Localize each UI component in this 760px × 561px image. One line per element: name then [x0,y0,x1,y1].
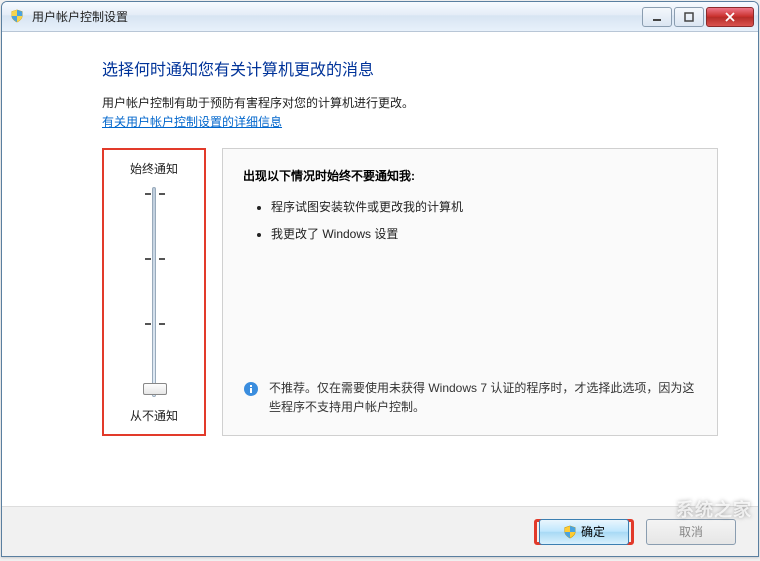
ok-button[interactable]: 确定 [539,519,629,545]
slider-label-always: 始终通知 [110,160,198,177]
minimize-button[interactable] [642,7,672,27]
ok-button-label: 确定 [581,523,605,540]
level-info-panel: 出现以下情况时始终不要通知我: 程序试图安装软件或更改我的计算机 我更改了 Wi… [222,148,718,436]
shield-icon [10,9,26,25]
slider-tick [145,193,165,195]
close-button[interactable] [706,7,754,27]
uac-details-link[interactable]: 有关用户帐户控制设置的详细信息 [102,113,282,130]
notification-slider[interactable] [152,187,156,397]
slider-tick [145,258,165,260]
recommendation-text: 不推荐。仅在需要使用未获得 Windows 7 认证的程序时，才选择此选项，因为… [269,379,697,417]
level-info-list: 程序试图安装软件或更改我的计算机 我更改了 Windows 设置 [271,198,697,252]
level-recommendation: 不推荐。仅在需要使用未获得 Windows 7 认证的程序时，才选择此选项，因为… [243,379,697,417]
titlebar[interactable]: 用户帐户控制设置 [2,2,758,32]
list-item: 我更改了 Windows 设置 [271,225,697,242]
ok-button-highlight: 确定 [534,519,634,545]
slider-thumb[interactable] [143,383,167,395]
cancel-button-label: 取消 [679,523,703,540]
page-description: 用户帐户控制有助于预防有害程序对您的计算机进行更改。 [102,94,718,111]
window-title: 用户帐户控制设置 [32,8,642,25]
maximize-button[interactable] [674,7,704,27]
cancel-button[interactable]: 取消 [646,519,736,545]
notification-slider-group: 始终通知 从不通知 [102,148,206,436]
uac-settings-window: 用户帐户控制设置 选择何时通知您有关计算机更改的消息 用户帐户控制有助于预防有害… [1,1,759,557]
level-info-heading: 出现以下情况时始终不要通知我: [243,167,697,184]
list-item: 程序试图安装软件或更改我的计算机 [271,198,697,215]
slider-label-never: 从不通知 [110,407,198,424]
page-heading: 选择何时通知您有关计算机更改的消息 [102,56,718,80]
info-icon [243,381,259,417]
shield-icon [563,525,577,539]
content-area: 选择何时通知您有关计算机更改的消息 用户帐户控制有助于预防有害程序对您的计算机进… [2,32,758,506]
window-controls [642,7,754,27]
slider-tick [145,323,165,325]
dialog-footer: 确定 取消 [2,506,758,556]
